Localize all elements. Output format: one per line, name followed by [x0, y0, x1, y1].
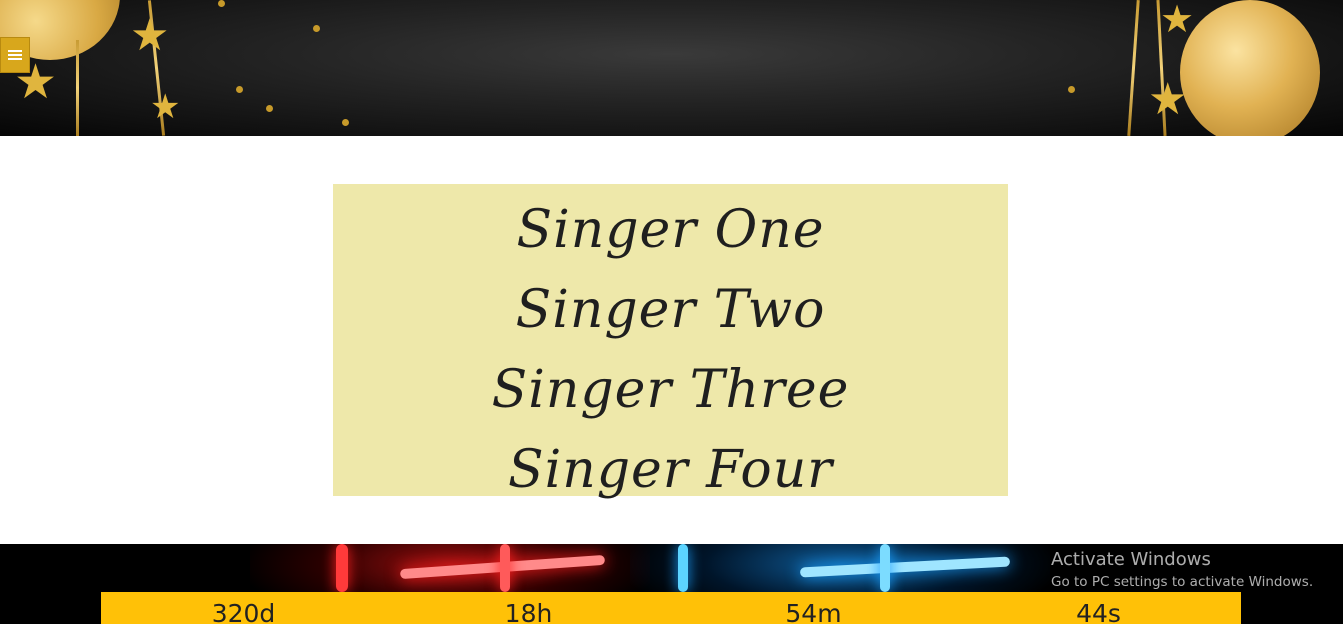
gold-dot-decoration — [266, 105, 273, 112]
watermark-title: Activate Windows — [1051, 549, 1211, 570]
countdown-seconds: 44s — [1076, 599, 1121, 624]
neon-blue-tube — [880, 544, 890, 592]
singer-name: Singer Three — [491, 360, 850, 420]
gold-ribbon — [1127, 0, 1140, 136]
gold-dot-decoration — [342, 119, 349, 126]
gold-ribbon — [76, 40, 79, 136]
gold-star-decoration: ★ — [150, 87, 181, 127]
singer-name: Singer Two — [515, 280, 826, 340]
windows-activation-watermark: Activate Windows Go to PC settings to ac… — [1051, 548, 1313, 592]
countdown-timer: 320d 18h 54m 44s — [101, 592, 1241, 624]
header-banner: ★ ★ ★ ★ ★ — [0, 0, 1343, 136]
countdown-hours: 18h — [504, 599, 553, 624]
singer-name: Singer Four — [507, 440, 834, 500]
watermark-subtitle: Go to PC settings to activate Windows. — [1051, 574, 1314, 590]
countdown-minutes: 54m — [785, 599, 842, 624]
menu-button[interactable] — [0, 37, 30, 73]
gold-star-decoration: ★ — [1160, 0, 1195, 41]
gold-star-decoration: ★ — [130, 10, 170, 61]
gold-dot-decoration — [313, 25, 320, 32]
neon-red-tube — [500, 544, 510, 592]
gold-dot-decoration — [1068, 86, 1075, 93]
singer-name: Singer One — [516, 200, 825, 260]
neon-red-tube — [336, 544, 348, 592]
hamburger-icon — [8, 50, 22, 60]
singers-list: Singer One Singer Two Singer Three Singe… — [333, 184, 1008, 500]
countdown-days: 320d — [211, 599, 276, 624]
neon-blue-tube — [678, 544, 688, 592]
gold-balloon-right — [1180, 0, 1320, 136]
gold-dot-decoration — [236, 86, 243, 93]
gold-dot-decoration — [218, 0, 225, 7]
